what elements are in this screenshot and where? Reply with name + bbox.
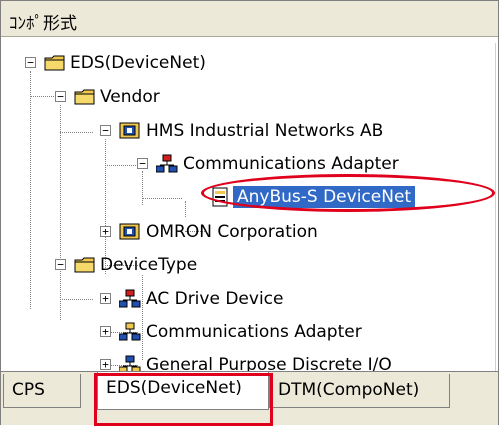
collapse-toggle[interactable]: − xyxy=(55,91,66,102)
tree-item-omron[interactable]: OMRON Corporation xyxy=(146,221,318,243)
folder-icon xyxy=(44,53,66,73)
folder-icon xyxy=(74,255,96,275)
tree-connector xyxy=(60,132,93,133)
panel-title: ｺﾝﾎﾟ形式 xyxy=(9,14,77,34)
tree-connector xyxy=(60,299,93,300)
tab-label: CPS xyxy=(12,380,45,400)
tree-item-hms[interactable]: HMS Industrial Networks AB xyxy=(146,120,383,142)
tree-connector xyxy=(30,96,56,97)
expand-toggle[interactable]: + xyxy=(100,326,111,337)
tree-item-ac-drive[interactable]: AC Drive Device xyxy=(146,288,283,310)
vendor-icon xyxy=(119,121,141,141)
tab-dtm-componet[interactable]: DTM(CompoNet) xyxy=(269,374,450,408)
tree-connector xyxy=(142,198,182,199)
eds-window: ｺﾝﾎﾟ形式 − EDS(DeviceNet) − Vendor − HMS I… xyxy=(0,0,499,426)
tree-connector xyxy=(105,165,138,166)
expand-toggle[interactable]: + xyxy=(100,226,111,237)
tab-label: DTM(CompoNet) xyxy=(278,380,420,400)
network-icon xyxy=(118,322,141,342)
tree-item-devicetype-comm-adapter[interactable]: Communications Adapter xyxy=(146,321,362,343)
tree-connector xyxy=(30,71,31,309)
selection-callout-ellipse xyxy=(201,174,495,212)
tree-item-devicetype[interactable]: DeviceType xyxy=(100,254,197,276)
tab-cps[interactable]: CPS xyxy=(3,374,81,408)
tree-item-vendor[interactable]: Vendor xyxy=(100,86,160,108)
expand-toggle[interactable]: + xyxy=(100,359,111,370)
tab-highlight-box xyxy=(94,373,273,426)
tree-connector xyxy=(60,105,61,320)
tree-item-eds-devicenet[interactable]: EDS(DeviceNet) xyxy=(70,52,206,74)
tree-connector xyxy=(185,201,186,217)
collapse-toggle[interactable]: − xyxy=(137,158,148,169)
panel-header: ｺﾝﾎﾟ形式 xyxy=(1,1,498,37)
network-icon xyxy=(118,289,141,309)
network-icon xyxy=(155,154,178,174)
folder-icon xyxy=(74,87,96,107)
tree-item-comm-adapter[interactable]: Communications Adapter xyxy=(183,153,399,175)
expand-toggle[interactable]: + xyxy=(100,293,111,304)
collapse-toggle[interactable]: − xyxy=(100,125,111,136)
collapse-toggle[interactable]: − xyxy=(55,259,66,270)
vendor-icon xyxy=(119,222,141,242)
collapse-toggle[interactable]: − xyxy=(25,57,36,68)
tree-connector xyxy=(142,275,143,360)
tree-connector xyxy=(142,171,143,205)
